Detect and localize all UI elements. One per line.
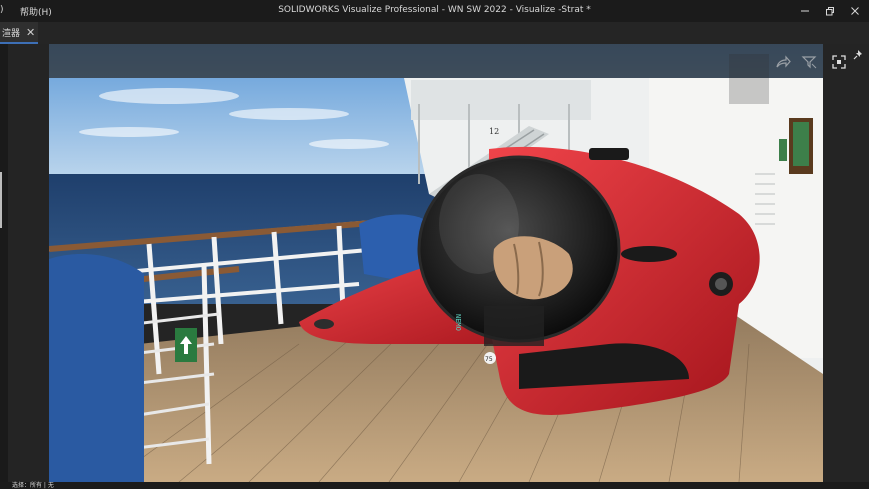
share-button[interactable] — [773, 52, 793, 72]
share-icon — [776, 55, 791, 68]
close-icon — [851, 7, 859, 15]
window-title: SOLIDWORKS Visualize Professional - WN S… — [278, 5, 591, 15]
deck-sign: 12 — [489, 127, 499, 136]
tab-render[interactable]: 渲器 ✕ — [0, 22, 38, 44]
pin-button[interactable] — [852, 46, 864, 60]
restore-icon — [826, 7, 834, 16]
render-viewport[interactable]: 12 NEMO 75 — [49, 44, 823, 482]
filter-icon — [801, 56, 817, 69]
hull-badge: 75 — [485, 356, 493, 363]
viewport-toolbar — [49, 44, 823, 78]
minimize-icon — [801, 10, 809, 12]
tab-label: 渲器 — [2, 28, 21, 39]
fit-view-icon — [832, 55, 846, 69]
close-button[interactable] — [841, 0, 869, 22]
status-bar: 选择：所有 | 无 — [0, 482, 869, 489]
panel-splitter[interactable] — [0, 172, 2, 228]
tab-bar: 渲器 ✕ — [0, 22, 869, 44]
left-panel-edge — [0, 44, 8, 482]
submarine-label: NEMO — [454, 314, 462, 331]
restore-button[interactable] — [816, 0, 844, 22]
minimize-button[interactable] — [791, 0, 819, 22]
pin-icon — [853, 50, 862, 60]
selection-status: 选择：所有 | 无 — [12, 482, 54, 489]
close-icon[interactable]: ✕ — [26, 26, 35, 39]
filter-button[interactable] — [799, 52, 819, 72]
fit-view-button[interactable] — [829, 52, 849, 72]
title-bar: ) 帮助(H) SOLIDWORKS Visualize Professiona… — [0, 0, 869, 22]
render-image: 12 NEMO 75 — [49, 44, 823, 482]
